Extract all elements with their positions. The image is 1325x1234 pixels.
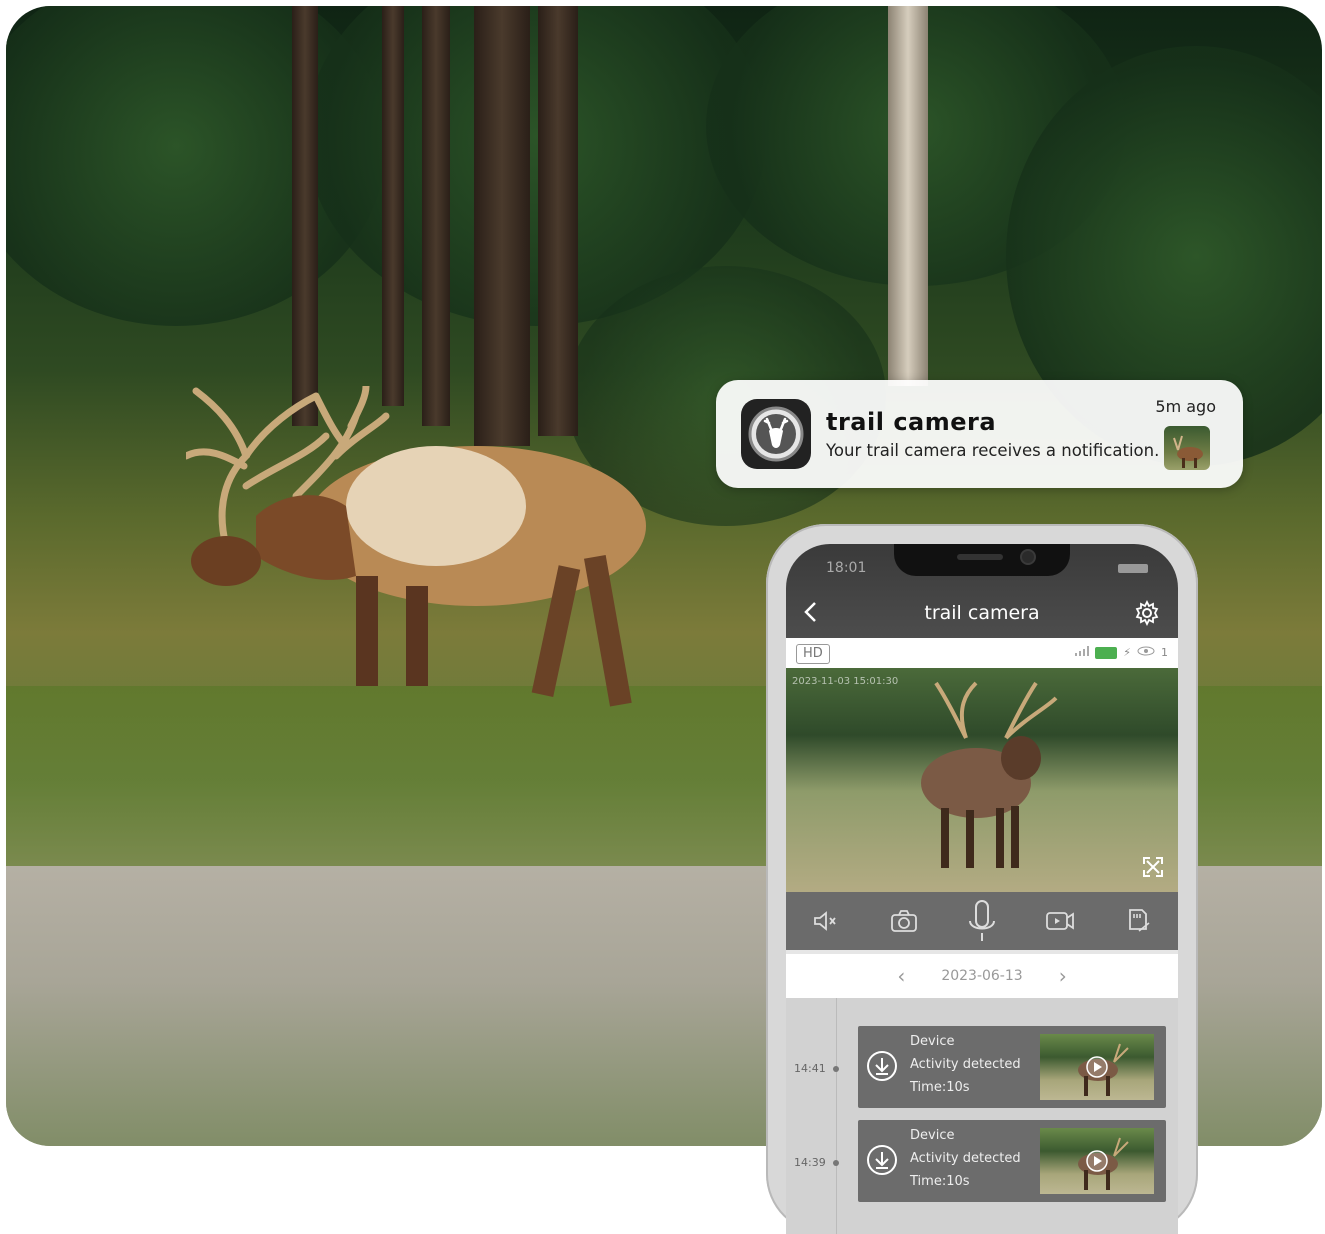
push-notification[interactable]: trail camera Your trail camera receives … xyxy=(716,380,1243,488)
eye-icon xyxy=(1137,646,1155,659)
event-thumbnail[interactable] xyxy=(1040,1034,1154,1100)
smartphone: 18:01 trail camera HD ⚡ 1 2023-11-03 15:… xyxy=(766,524,1198,1234)
elk-illustration xyxy=(186,386,646,707)
event-type: Activity detected xyxy=(910,1057,1021,1072)
charging-icon: ⚡ xyxy=(1123,646,1131,659)
notification-time: 5m ago xyxy=(1155,397,1216,416)
notification-title: trail camera xyxy=(826,408,997,436)
event-time: 14:41 xyxy=(794,1062,826,1075)
hd-toggle[interactable]: HD xyxy=(796,644,830,664)
battery-icon xyxy=(1095,646,1118,659)
signal-icon xyxy=(1075,646,1090,659)
phone-notch xyxy=(894,544,1070,576)
snapshot-icon[interactable] xyxy=(889,906,919,936)
event-thumbnail[interactable] xyxy=(1040,1128,1154,1194)
download-icon[interactable] xyxy=(866,1144,898,1176)
phone-screen: 18:01 trail camera HD ⚡ 1 2023-11-03 15:… xyxy=(786,544,1178,1234)
event-duration: Time:10s xyxy=(910,1174,970,1189)
notification-thumbnail xyxy=(1164,426,1210,470)
deer-head-icon xyxy=(741,399,811,469)
event-card[interactable]: Device Activity detected Time:10s xyxy=(858,1026,1166,1108)
live-camera-view[interactable]: 2023-11-03 15:01:30 xyxy=(786,668,1178,892)
app-title: trail camera xyxy=(924,602,1040,624)
battery-status-icon xyxy=(1118,564,1148,573)
selected-date[interactable]: 2023-06-13 xyxy=(941,968,1022,984)
prev-date-button[interactable]: ‹ xyxy=(897,964,905,988)
mute-icon[interactable] xyxy=(810,906,840,936)
status-time: 18:01 xyxy=(826,560,867,576)
notification-message: Your trail camera receives a notificatio… xyxy=(826,441,1160,460)
event-card[interactable]: Device Activity detected Time:10s xyxy=(858,1120,1166,1202)
event-duration: Time:10s xyxy=(910,1080,970,1095)
date-selector: ‹ 2023-06-13 › xyxy=(786,954,1178,998)
event-time: 14:39 xyxy=(794,1156,826,1169)
elk-live-image xyxy=(921,681,1058,868)
event-source: Device xyxy=(910,1128,955,1143)
camera-controls xyxy=(786,892,1178,950)
record-icon[interactable] xyxy=(1045,906,1075,936)
download-icon[interactable] xyxy=(866,1050,898,1082)
sd-card-icon[interactable] xyxy=(1124,906,1154,936)
gear-icon[interactable] xyxy=(1134,599,1160,627)
microphone-icon[interactable] xyxy=(967,900,997,941)
play-icon[interactable] xyxy=(1086,1056,1108,1078)
viewer-count: 1 xyxy=(1161,646,1168,659)
event-timeline: 14:41 Device Activity detected Time:10s … xyxy=(786,998,1178,1234)
live-timestamp: 2023-11-03 15:01:30 xyxy=(792,676,899,687)
fullscreen-icon[interactable] xyxy=(1142,856,1164,878)
next-date-button[interactable]: › xyxy=(1059,964,1067,988)
event-source: Device xyxy=(910,1034,955,1049)
event-type: Activity detected xyxy=(910,1151,1021,1166)
play-icon[interactable] xyxy=(1086,1150,1108,1172)
camera-info-bar: HD ⚡ 1 xyxy=(786,638,1178,668)
